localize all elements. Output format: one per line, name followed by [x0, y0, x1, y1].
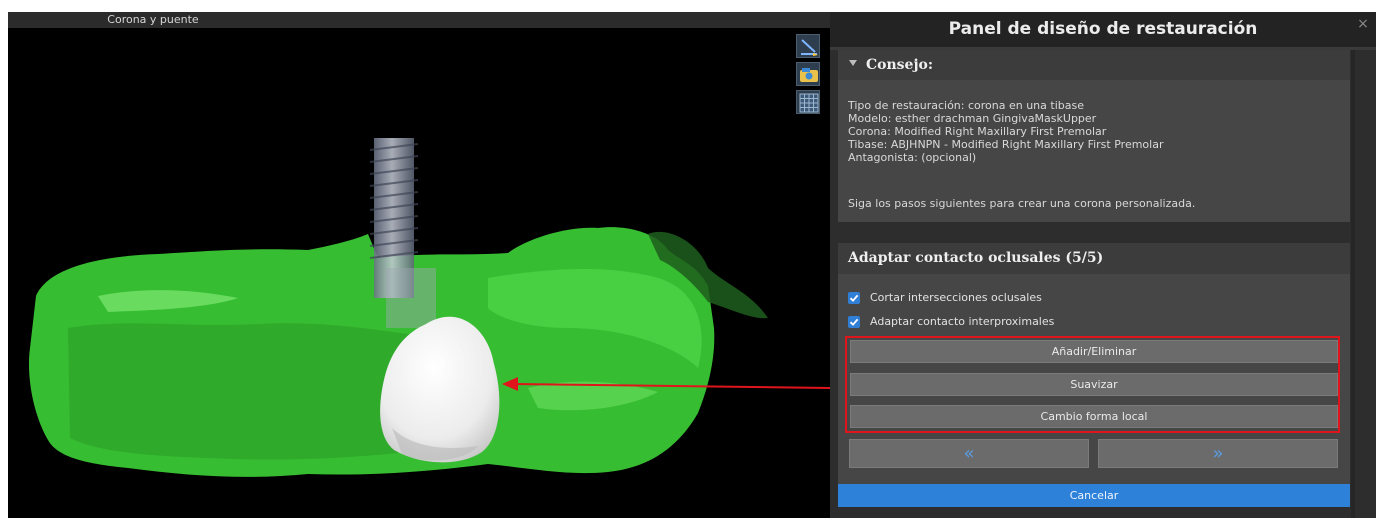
dental-scene [28, 138, 830, 477]
step-header-label: Adaptar contacto oclusales (5/5) [848, 250, 1104, 266]
checkbox-checked-icon [848, 292, 860, 304]
local-shape-change-button[interactable]: Cambio forma local [850, 405, 1338, 428]
tibase [386, 268, 436, 328]
panel-title: Panel de diseño de restauración [830, 12, 1376, 47]
checkbox-label: Cortar intersecciones oclusales [870, 291, 1042, 304]
previous-step-button[interactable]: « [849, 439, 1089, 468]
advice-line: Siga los pasos siguientes para crear una… [848, 197, 1196, 210]
advice-line: Antagonista: (opcional) [848, 151, 977, 164]
cancel-button[interactable]: Cancelar [838, 484, 1350, 507]
add-remove-button[interactable]: Añadir/Eliminar [850, 340, 1338, 363]
checkbox-checked-icon [848, 316, 860, 328]
advice-header-label: Consejo: [866, 57, 934, 73]
close-icon[interactable]: × [1356, 12, 1370, 47]
smooth-button[interactable]: Suavizar [850, 373, 1338, 396]
panel-scrollbar[interactable] [1351, 50, 1355, 518]
viewport-title: Corona y puente [8, 12, 298, 28]
viewport-titlebar [298, 12, 830, 28]
checkbox-label: Adaptar contacto interproximales [870, 315, 1055, 328]
viewport-panel: Corona y puente [8, 12, 830, 518]
advice-section-header[interactable]: Consejo: [838, 50, 1350, 80]
advice-line: Corona: Modified Right Maxillary First P… [848, 125, 1107, 138]
next-step-button[interactable]: » [1098, 439, 1338, 468]
camera-button[interactable] [796, 62, 820, 86]
grid-button[interactable] [796, 90, 820, 114]
advice-line: Modelo: esther drachman GingivaMaskUpper [848, 112, 1097, 125]
3d-viewport[interactable] [8, 28, 830, 518]
clip-plane-button[interactable] [796, 34, 820, 58]
clip-plane-icon [801, 39, 818, 56]
camera-icon [800, 68, 818, 82]
step-section-header: Adaptar contacto oclusales (5/5) [838, 243, 1350, 274]
grid-icon [799, 93, 819, 113]
advice-body: Tipo de restauración: corona en una tiba… [838, 80, 1350, 222]
advice-line: Tibase: ABJHNPN - Modified Right Maxilla… [848, 138, 1164, 151]
collapse-triangle-icon [849, 60, 857, 66]
advice-line: Tipo de restauración: corona en una tiba… [848, 99, 1084, 112]
restoration-design-panel: Panel de diseño de restauración × Consej… [830, 12, 1376, 518]
